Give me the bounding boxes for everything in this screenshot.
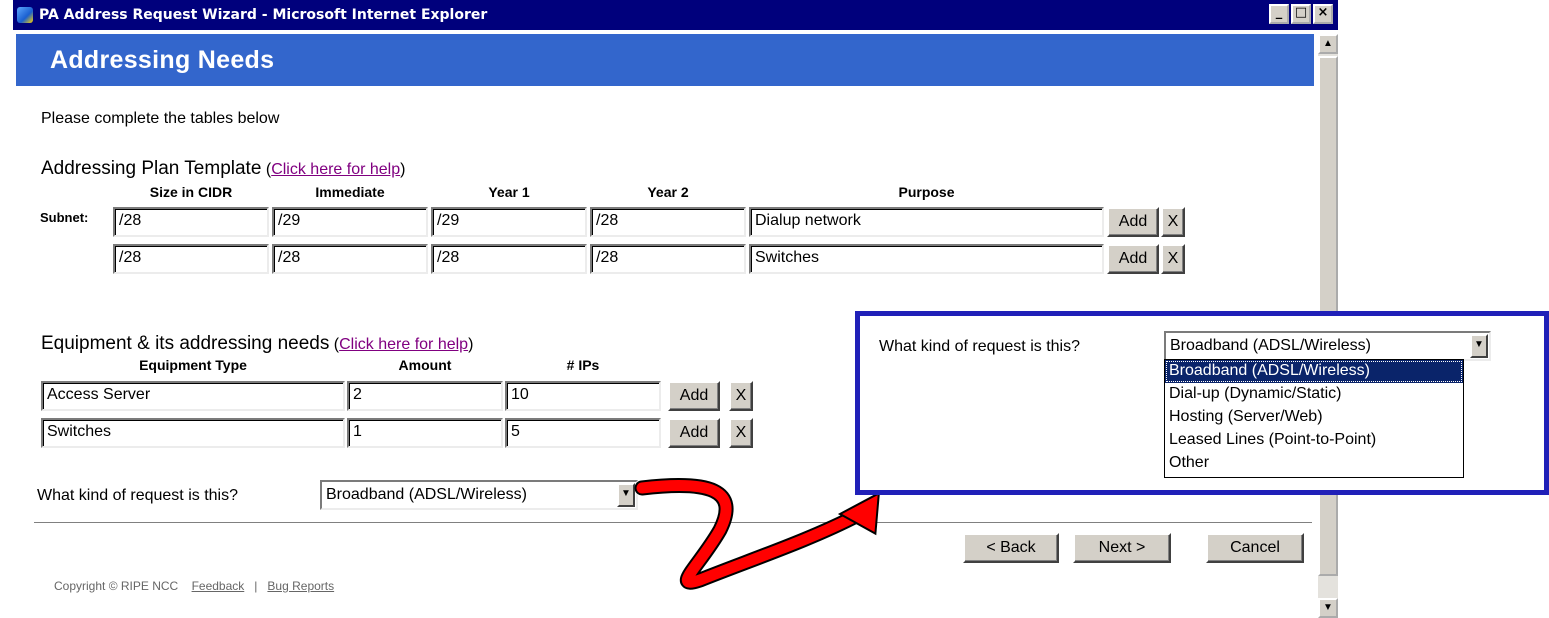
equipment-help-link[interactable]: Click here for help <box>339 336 468 353</box>
subnet-year1-input[interactable]: /29 <box>431 207 587 237</box>
feedback-link[interactable]: Feedback <box>192 579 245 593</box>
title-bar[interactable]: PA Address Request Wizard - Microsoft In… <box>13 0 1338 30</box>
dropdown-option[interactable]: Hosting (Server/Web) <box>1165 406 1463 429</box>
subnet-size-input[interactable]: /28 <box>113 207 269 237</box>
col-ips: # IPs <box>566 357 600 373</box>
add-subnet-button[interactable]: Add <box>1107 244 1159 274</box>
remove-subnet-button[interactable]: X <box>1161 207 1185 237</box>
request-type-value: Broadband (ADSL/Wireless) <box>326 486 527 503</box>
add-subnet-button[interactable]: Add <box>1107 207 1159 237</box>
footer: Copyright © RIPE NCC Feedback | Bug Repo… <box>54 579 334 593</box>
addressing-plan-heading: Addressing Plan Template (Click here for… <box>41 158 406 179</box>
col-size-cidr: Size in CIDR <box>149 184 233 200</box>
callout-request-select[interactable]: Broadband (ADSL/Wireless) ▼ <box>1164 331 1491 361</box>
scroll-down-icon[interactable]: ▼ <box>1318 598 1338 618</box>
subnet-year2-input[interactable]: /28 <box>590 207 746 237</box>
equipment-amount-input[interactable]: 1 <box>347 418 503 448</box>
equipment-type-input[interactable]: Access Server <box>41 381 345 411</box>
request-type-dropdown: Broadband (ADSL/Wireless) Dial-up (Dynam… <box>1164 359 1464 478</box>
equipment-heading: Equipment & its addressing needs (Click … <box>41 333 474 354</box>
subnet-year2-input[interactable]: /28 <box>590 244 746 274</box>
remove-subnet-button[interactable]: X <box>1161 244 1185 274</box>
col-equipment-type: Equipment Type <box>139 357 247 373</box>
subnet-immediate-input[interactable]: /28 <box>272 244 428 274</box>
subnet-year1-input[interactable]: /28 <box>431 244 587 274</box>
equipment-amount-input[interactable]: 2 <box>347 381 503 411</box>
subnet-immediate-input[interactable]: /29 <box>272 207 428 237</box>
callout-request-label: What kind of request is this? <box>879 338 1080 355</box>
addressing-help-link[interactable]: Click here for help <box>271 161 400 178</box>
col-year2: Year 2 <box>647 184 689 200</box>
col-purpose: Purpose <box>898 184 955 200</box>
subnet-purpose-input[interactable]: Dialup network <box>749 207 1104 237</box>
instruction-text: Please complete the tables below <box>41 110 280 127</box>
add-equipment-button[interactable]: Add <box>668 418 720 448</box>
remove-equipment-button[interactable]: X <box>729 381 753 411</box>
footer-separator: | <box>254 579 258 593</box>
col-amount: Amount <box>398 357 452 373</box>
callout-request-value: Broadband (ADSL/Wireless) <box>1170 337 1371 354</box>
remove-equipment-button[interactable]: X <box>729 418 753 448</box>
add-equipment-button[interactable]: Add <box>668 381 720 411</box>
maximize-icon[interactable]: □ <box>1291 4 1311 24</box>
equipment-ips-input[interactable]: 5 <box>505 418 661 448</box>
next-button[interactable]: Next > <box>1073 533 1171 563</box>
window-controls: _ □ × <box>1269 4 1333 24</box>
dropdown-option[interactable]: Leased Lines (Point-to-Point) <box>1165 429 1463 452</box>
minimize-icon[interactable]: _ <box>1269 4 1289 24</box>
scroll-up-icon[interactable]: ▲ <box>1318 34 1338 54</box>
subnet-size-input[interactable]: /28 <box>113 244 269 274</box>
dropdown-option[interactable]: Dial-up (Dynamic/Static) <box>1165 383 1463 406</box>
window-title: PA Address Request Wizard - Microsoft In… <box>39 7 488 23</box>
request-type-select[interactable]: Broadband (ADSL/Wireless) ▼ <box>320 480 638 510</box>
subnet-purpose-input[interactable]: Switches <box>749 244 1104 274</box>
bug-reports-link[interactable]: Bug Reports <box>267 579 334 593</box>
dropdown-option[interactable]: Other <box>1165 452 1463 475</box>
page-title: Addressing Needs <box>50 46 275 74</box>
close-icon[interactable]: × <box>1313 4 1333 24</box>
col-year1: Year 1 <box>488 184 530 200</box>
addressing-plan-title: Addressing Plan Template <box>41 158 262 179</box>
copyright-text: Copyright © RIPE NCC <box>54 579 179 593</box>
chevron-down-icon[interactable]: ▼ <box>1470 334 1488 358</box>
dropdown-option[interactable]: Broadband (ADSL/Wireless) <box>1165 360 1463 383</box>
equipment-ips-input[interactable]: 10 <box>505 381 661 411</box>
equipment-type-input[interactable]: Switches <box>41 418 345 448</box>
equipment-title: Equipment & its addressing needs <box>41 333 330 354</box>
cancel-button[interactable]: Cancel <box>1206 533 1304 563</box>
back-button[interactable]: < Back <box>963 533 1059 563</box>
subnet-label: Subnet: <box>40 210 89 225</box>
request-type-label: What kind of request is this? <box>37 487 238 504</box>
col-immediate: Immediate <box>315 184 385 200</box>
ie-icon <box>17 7 33 23</box>
